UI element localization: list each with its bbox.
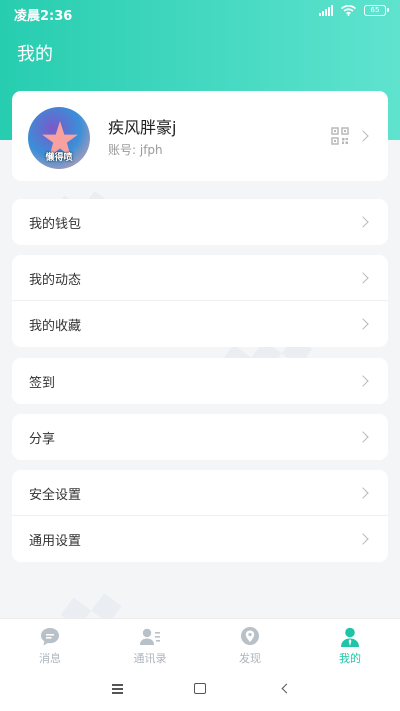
menu-item-label: 分享 (29, 432, 56, 447)
tab-discover[interactable]: 发现 (200, 619, 300, 669)
contacts-icon (140, 628, 160, 645)
menu-group-checkin: 签到 (12, 358, 388, 404)
tab-messages[interactable]: 消息 (0, 619, 100, 669)
status-icons: 65 (319, 5, 389, 16)
menu-item-general-settings[interactable]: 通用设置 (12, 516, 388, 562)
bottom-tab-bar: 消息 通讯录 发现 我的 (0, 618, 400, 668)
tab-me[interactable]: 我的 (300, 619, 400, 669)
menu-item-checkin[interactable]: 签到 (12, 358, 388, 404)
chevron-right-icon (357, 487, 369, 499)
chat-icon (41, 628, 59, 646)
tab-label: 我的 (339, 652, 361, 665)
menu-item-label: 通用设置 (29, 534, 82, 549)
avatar-caption: 懒得喷 (45, 153, 73, 163)
chevron-right-icon (357, 375, 369, 387)
menu-group-activity: 我的动态 我的收藏 (12, 255, 388, 347)
menu-item-wallet[interactable]: 我的钱包 (12, 199, 388, 245)
chevron-right-icon (357, 130, 369, 142)
status-time: 凌晨2:36 (14, 9, 73, 24)
tab-contacts[interactable]: 通讯录 (100, 619, 200, 669)
page-title: 我的 (17, 44, 53, 65)
menu-item-favorites[interactable]: 我的收藏 (12, 301, 388, 347)
menu-item-label: 我的钱包 (29, 217, 82, 232)
tab-label: 发现 (239, 652, 261, 665)
battery-icon: 65 (364, 5, 389, 16)
signal-icon (319, 5, 333, 16)
home-icon[interactable] (194, 683, 206, 694)
menu-item-label: 我的收藏 (29, 319, 82, 334)
menu-group-share: 分享 (12, 414, 388, 460)
wifi-icon (341, 5, 356, 16)
profile-card[interactable]: 懒得喷 疾风胖豪j 账号: jfph (12, 91, 388, 181)
chevron-right-icon (357, 216, 369, 228)
location-icon (241, 627, 259, 645)
status-bar: 凌晨2:36 65 (0, 0, 400, 26)
menu-group-settings: 安全设置 通用设置 (12, 470, 388, 562)
profile-name: 疾风胖豪j (108, 118, 177, 137)
tab-label: 消息 (39, 652, 61, 665)
menu-item-moments[interactable]: 我的动态 (12, 255, 388, 301)
recent-apps-icon[interactable] (112, 684, 123, 694)
menu-item-share[interactable]: 分享 (12, 414, 388, 460)
chevron-right-icon (357, 272, 369, 284)
system-navigation-bar (0, 668, 400, 711)
profile-account: 账号: jfph (108, 143, 163, 157)
avatar[interactable]: 懒得喷 (28, 107, 90, 169)
qr-code-icon[interactable] (331, 127, 349, 145)
menu-item-label: 签到 (29, 376, 56, 391)
menu-item-label: 安全设置 (29, 488, 82, 503)
back-icon[interactable] (281, 683, 292, 694)
menu-item-security-settings[interactable]: 安全设置 (12, 470, 388, 516)
user-icon (341, 627, 359, 647)
chevron-right-icon (357, 533, 369, 545)
tab-label: 通讯录 (133, 652, 167, 665)
menu-group-wallet: 我的钱包 (12, 199, 388, 245)
menu-item-label: 我的动态 (29, 273, 82, 288)
chevron-right-icon (357, 318, 369, 330)
chevron-right-icon (357, 431, 369, 443)
